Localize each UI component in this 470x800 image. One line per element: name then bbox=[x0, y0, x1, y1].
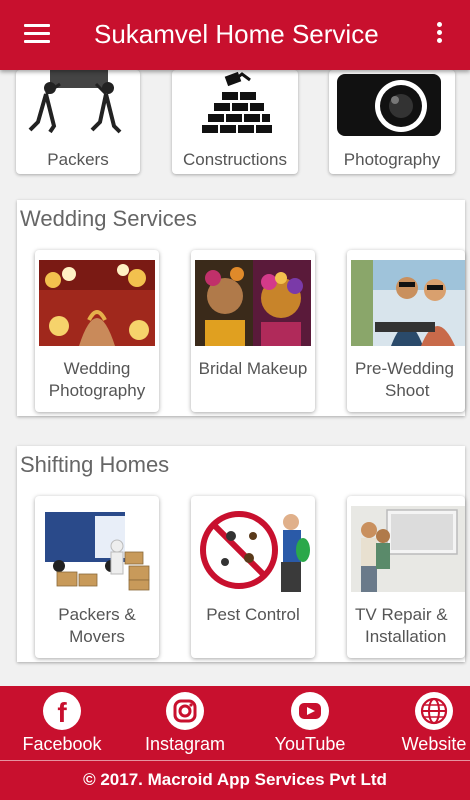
wedding-photography-image bbox=[39, 260, 155, 346]
pest-control-image bbox=[195, 506, 311, 592]
service-label-line1: Wedding bbox=[63, 359, 131, 378]
service-card-packers-movers[interactable]: Packers & Movers bbox=[35, 496, 159, 658]
pre-wedding-shoot-image bbox=[351, 260, 465, 346]
service-label: Wedding Photography bbox=[35, 358, 159, 402]
service-label-line2: Movers bbox=[69, 627, 125, 646]
packers-movers-image bbox=[39, 506, 155, 592]
category-label: Photography bbox=[343, 150, 441, 169]
category-label: Constructions bbox=[183, 150, 287, 169]
instagram-link[interactable]: Instagram bbox=[142, 692, 228, 755]
svg-text:f: f bbox=[57, 697, 67, 728]
category-card-constructions[interactable]: Constructions bbox=[172, 70, 298, 174]
youtube-icon bbox=[291, 692, 329, 730]
service-label-line2: Installation bbox=[365, 627, 447, 646]
facebook-link[interactable]: f Facebook bbox=[22, 692, 102, 755]
service-label-line1: Pest Control bbox=[206, 605, 300, 624]
section-shifting-homes: Shifting Homes Packers & Movers Pest Con… bbox=[17, 446, 465, 662]
section-wedding-services: Wedding Services Wedding Photography Bri… bbox=[17, 200, 465, 416]
service-label-line1: Packers & bbox=[58, 605, 136, 624]
facebook-label: Facebook bbox=[22, 734, 102, 754]
service-label-line1: Bridal Makeup bbox=[198, 359, 308, 378]
section-title: Wedding Services bbox=[20, 206, 197, 231]
service-card-wedding-photography[interactable]: Wedding Photography bbox=[35, 250, 159, 412]
service-label: TV Repair & Installation bbox=[355, 604, 448, 648]
camera-image bbox=[337, 74, 441, 136]
service-label: Packers & Movers bbox=[35, 604, 159, 648]
copyright-text: © 2017. Macroid App Services Pvt Ltd bbox=[83, 770, 387, 789]
tv-installation-image bbox=[351, 506, 465, 592]
youtube-link[interactable]: YouTube bbox=[270, 692, 350, 755]
bridal-makeup-image bbox=[195, 260, 311, 346]
service-label: Pest Control bbox=[191, 604, 315, 626]
top-category-row: Packers Constructions Photography bbox=[0, 70, 470, 180]
service-label-line1: Pre-Wedding bbox=[355, 359, 454, 378]
facebook-icon: f bbox=[43, 692, 81, 730]
instagram-icon bbox=[166, 692, 204, 730]
service-card-bridal-makeup[interactable]: Bridal Makeup bbox=[191, 250, 315, 412]
footer-divider bbox=[0, 760, 470, 761]
youtube-label: YouTube bbox=[274, 734, 346, 754]
main-content: Packers Constructions Photography Weddin… bbox=[0, 70, 470, 686]
service-label-line2: Photography bbox=[48, 381, 146, 400]
constructions-image bbox=[202, 71, 272, 133]
section-title: Shifting Homes bbox=[20, 452, 170, 477]
footer-bar: f Facebook Instagram YouTube Website © 2… bbox=[0, 686, 470, 800]
service-label: Bridal Makeup bbox=[191, 358, 315, 380]
service-card-pest-control[interactable]: Pest Control bbox=[191, 496, 315, 658]
service-label-line2: Shoot bbox=[385, 381, 430, 400]
service-card-pre-wedding-shoot[interactable]: Pre-Wedding Shoot bbox=[347, 250, 465, 412]
service-label: Pre-Wedding Shoot bbox=[355, 358, 454, 402]
globe-icon bbox=[415, 692, 453, 730]
service-card-tv-repair[interactable]: TV Repair & Installation bbox=[347, 496, 465, 658]
menu-icon[interactable] bbox=[24, 24, 50, 44]
category-card-photography[interactable]: Photography bbox=[329, 70, 455, 174]
category-label: Packers bbox=[47, 150, 109, 169]
category-card-packers[interactable]: Packers bbox=[16, 70, 140, 174]
packers-image bbox=[28, 70, 122, 134]
website-link[interactable]: Website bbox=[396, 692, 470, 755]
app-bar: Sukamvel Home Service bbox=[0, 0, 470, 70]
instagram-label: Instagram bbox=[144, 734, 226, 754]
more-options-icon[interactable] bbox=[434, 22, 444, 48]
service-label-line1: TV Repair & bbox=[355, 605, 448, 624]
app-title: Sukamvel Home Service bbox=[94, 19, 379, 49]
website-label: Website bbox=[401, 734, 467, 754]
